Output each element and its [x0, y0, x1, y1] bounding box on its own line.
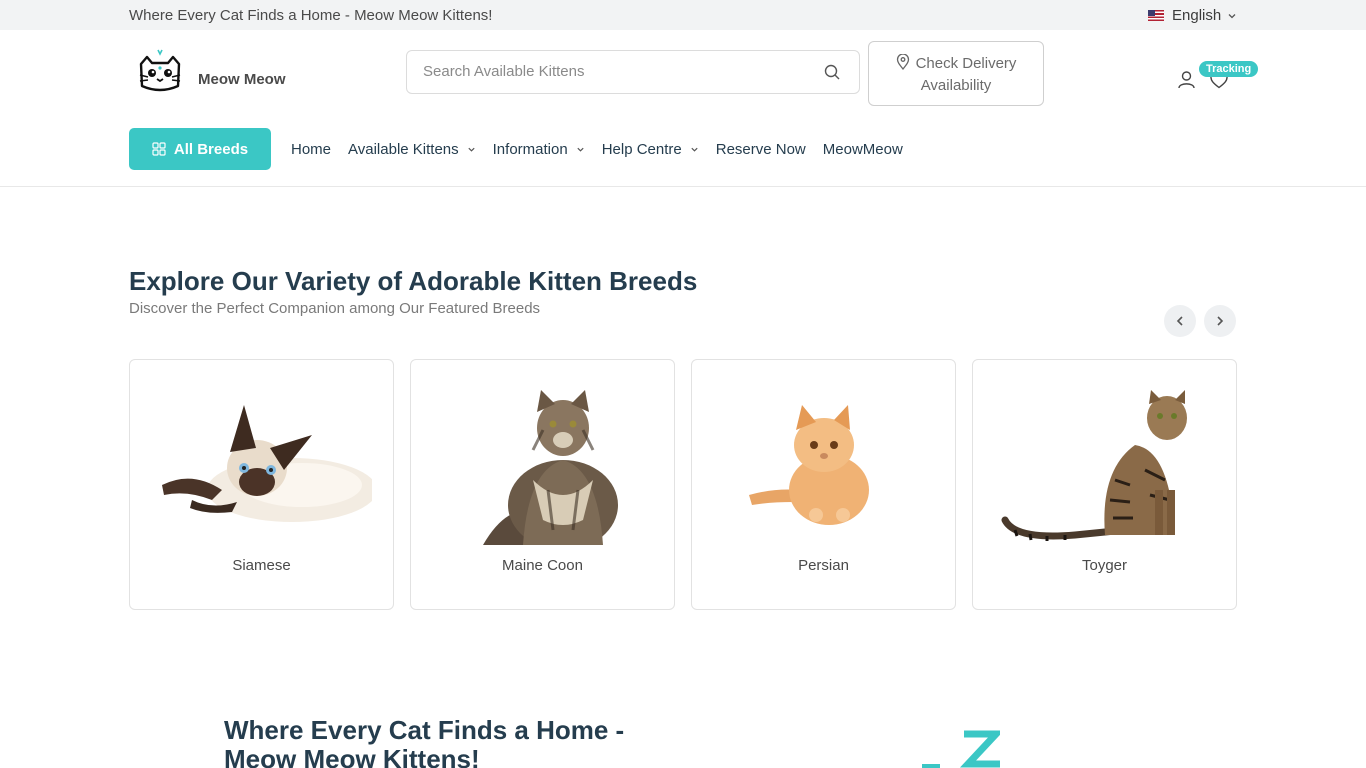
nav-meowmeow-label: MeowMeow	[822, 141, 903, 158]
chevron-down-icon	[1228, 13, 1236, 18]
nav-information[interactable]: Information	[493, 141, 585, 158]
us-flag-icon	[1148, 10, 1164, 21]
breed-name: Persian	[798, 557, 849, 574]
nav-available-kittens[interactable]: Available Kittens	[348, 141, 476, 158]
nav-reserve-now-label: Reserve Now	[715, 141, 806, 158]
search-bar	[406, 50, 860, 94]
top-bar: Where Every Cat Finds a Home - Meow Meow…	[0, 0, 1366, 30]
breed-card-persian[interactable]: Persian	[691, 359, 956, 610]
delivery-line1: Check Delivery	[915, 55, 1017, 72]
nav-help-centre[interactable]: Help Centre	[602, 141, 699, 158]
all-breeds-label: All Breeds	[173, 140, 249, 158]
siamese-cat-image	[162, 405, 372, 522]
chevron-down-icon	[577, 147, 584, 152]
breed-name: Maine Coon	[502, 557, 583, 574]
tracking-badge[interactable]: Tracking	[1199, 61, 1259, 77]
chevron-down-icon	[468, 147, 475, 152]
location-pin-icon	[896, 54, 909, 70]
user-account-icon[interactable]	[1177, 70, 1196, 89]
search-icon[interactable]	[824, 64, 841, 81]
sleeping-z-icon	[922, 730, 1000, 768]
breed-name: Toyger	[1081, 557, 1128, 574]
check-delivery-button[interactable]: Check Delivery Availability	[868, 41, 1044, 106]
breed-name: Siamese	[232, 557, 291, 574]
chevron-left-icon	[1176, 316, 1183, 326]
cat-logo-icon[interactable]	[138, 48, 182, 94]
maine-coon-cat-image	[483, 390, 618, 545]
breed-card-maine-coon[interactable]: Maine Coon	[410, 359, 675, 610]
brand-name[interactable]: Meow Meow	[198, 71, 286, 88]
hero-title: Where Every Cat Finds a Home - Meow Meow…	[224, 715, 625, 768]
all-breeds-button[interactable]: All Breeds	[129, 128, 271, 170]
grid-icon	[152, 142, 166, 156]
main-nav: Home Available Kittens Information Help …	[291, 141, 920, 158]
breed-card-toyger[interactable]: Toyger	[972, 359, 1237, 610]
nav-home-label: Home	[291, 141, 332, 158]
carousel-next-button[interactable]	[1204, 305, 1236, 337]
chevron-down-icon	[691, 147, 698, 152]
language-label: English	[1172, 7, 1222, 24]
tagline: Where Every Cat Finds a Home - Meow Meow…	[129, 7, 493, 24]
search-input[interactable]	[423, 63, 803, 80]
nav-home[interactable]: Home	[291, 141, 331, 158]
toyger-cat-image	[1001, 390, 1187, 541]
section-subtitle: Discover the Perfect Companion among Our…	[129, 300, 541, 317]
persian-kitten-image	[749, 405, 869, 525]
language-selector[interactable]: English	[1148, 7, 1237, 24]
section-title: Explore Our Variety of Adorable Kitten B…	[129, 266, 698, 296]
nav-information-label: Information	[492, 141, 568, 158]
breed-carousel: Siamese Maine Coon Persian Toyger	[129, 359, 1237, 610]
nav-help-centre-label: Help Centre	[601, 141, 682, 158]
nav-meowmeow[interactable]: MeowMeow	[823, 141, 903, 158]
nav-reserve-now[interactable]: Reserve Now	[716, 141, 806, 158]
nav-available-kittens-label: Available Kittens	[348, 141, 459, 158]
header-divider	[0, 186, 1366, 187]
carousel-prev-button[interactable]	[1164, 305, 1196, 337]
delivery-line2: Availability	[920, 77, 992, 94]
breed-card-siamese[interactable]: Siamese	[129, 359, 394, 610]
chevron-right-icon	[1217, 316, 1224, 326]
